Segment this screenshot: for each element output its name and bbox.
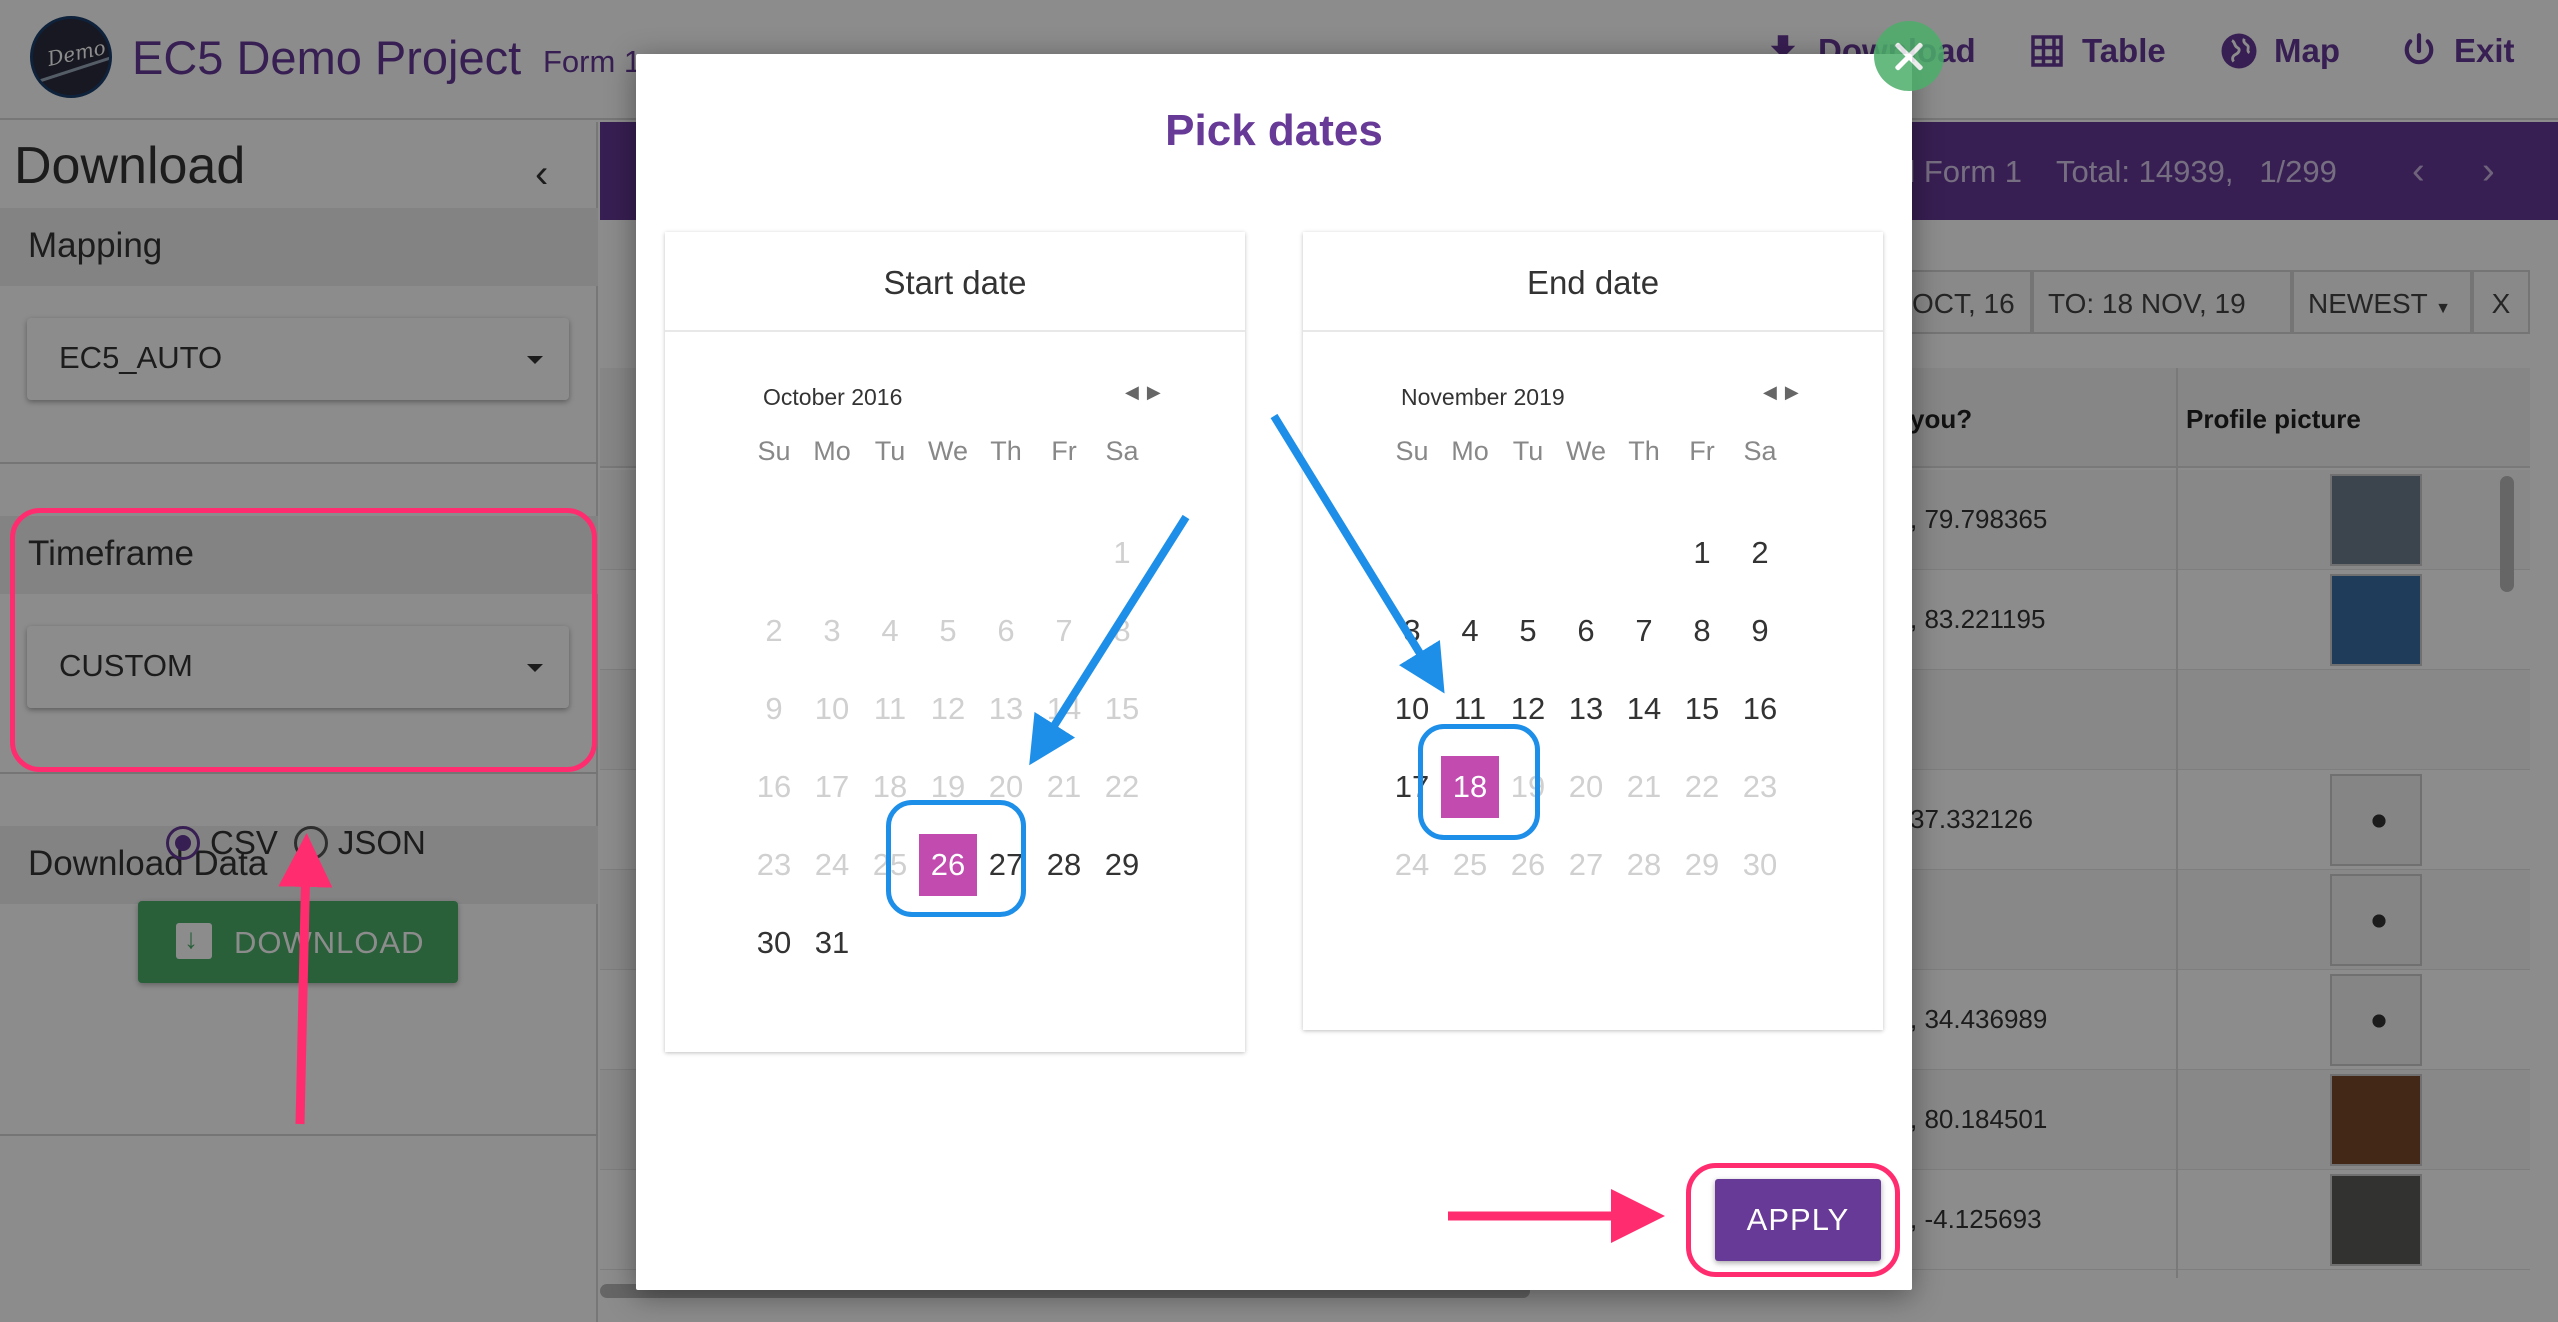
prev-month-icon[interactable]: ◀ — [1125, 382, 1147, 402]
calendar-day: 21 — [1046, 769, 1082, 804]
weekday-label: Th — [990, 436, 1022, 466]
weekday-label: Th — [1628, 436, 1660, 466]
weekday-label: Tu — [1512, 436, 1544, 466]
calendar-day[interactable]: 31 — [803, 904, 861, 982]
timeframe-highlight — [10, 508, 597, 772]
calendar-day[interactable]: 28 — [1035, 826, 1093, 904]
calendar-day: 28 — [1626, 847, 1662, 882]
calendar-day[interactable]: 4 — [1441, 592, 1499, 670]
calendar-day: 23 — [1742, 769, 1778, 804]
weekday-label: Fr — [1689, 436, 1715, 466]
calendar-day: 4 — [881, 613, 899, 648]
calendar-day: 11 — [873, 691, 907, 726]
calendar-day: 17 — [814, 769, 850, 804]
calendar-day: 10 — [814, 691, 850, 726]
weekday-label: Su — [1395, 436, 1429, 466]
calendar-day: 14 — [1046, 691, 1082, 726]
dialog-title: Pick dates — [1165, 106, 1383, 155]
start-day-highlight — [886, 800, 1026, 917]
month-nav: ◀▶ — [1125, 382, 1169, 403]
calendar-day[interactable]: 15 — [1673, 670, 1731, 748]
calendar-day[interactable]: 6 — [1557, 592, 1615, 670]
weekday-label: Fr — [1051, 436, 1077, 466]
weekday-label: Mo — [813, 436, 851, 466]
calendar-day[interactable]: 13 — [1557, 670, 1615, 748]
calendar-day: 3 — [823, 613, 841, 648]
calendar-day[interactable]: 8 — [1673, 592, 1731, 670]
next-month-icon[interactable]: ▶ — [1785, 382, 1807, 402]
calendar-day[interactable]: 16 — [1731, 670, 1789, 748]
calendar-day[interactable]: 1 — [1673, 514, 1731, 592]
start-date-heading: Start date — [665, 232, 1245, 332]
calendar-day: 2 — [765, 613, 783, 648]
calendar-day: 29 — [1684, 847, 1720, 882]
calendar-day[interactable]: 14 — [1615, 670, 1673, 748]
end-day-highlight — [1418, 724, 1540, 840]
weekday-label: Sa — [1105, 436, 1139, 466]
weekday-label: We — [1565, 436, 1606, 466]
calendar-day: 9 — [765, 691, 783, 726]
weekday-label: Su — [757, 436, 791, 466]
calendar-day: 30 — [1742, 847, 1778, 882]
calendar-day: 22 — [1684, 769, 1720, 804]
calendar-day: 16 — [756, 769, 792, 804]
calendar-day[interactable]: 3 — [1383, 592, 1441, 670]
calendar-day[interactable]: 2 — [1731, 514, 1789, 592]
calendar-day[interactable]: 5 — [1499, 592, 1557, 670]
weekday-label: Tu — [874, 436, 906, 466]
calendar-day: 6 — [997, 613, 1015, 648]
calendar-day[interactable]: 29 — [1093, 826, 1151, 904]
calendar-day: 24 — [814, 847, 850, 882]
end-date-heading: End date — [1303, 232, 1883, 332]
weekday-label: Sa — [1743, 436, 1777, 466]
calendar-day: 1 — [1113, 535, 1131, 570]
pick-dates-dialog: Pick dates Start date October 2016 ◀▶ Su… — [636, 54, 1912, 1290]
apply-highlight — [1686, 1163, 1900, 1277]
calendar-day: 20 — [1568, 769, 1604, 804]
calendar-day[interactable]: 30 — [745, 904, 803, 982]
calendar-month-label: November 2019 — [1401, 384, 1565, 410]
calendar-day[interactable]: 9 — [1731, 592, 1789, 670]
calendar-day: 13 — [988, 691, 1024, 726]
calendar-month-label: October 2016 — [763, 384, 903, 410]
calendar-day[interactable]: 7 — [1615, 592, 1673, 670]
start-date-card: Start date October 2016 ◀▶ Su Mo Tu We Th Fr S… — [665, 232, 1245, 1052]
calendar-day: 7 — [1055, 613, 1073, 648]
weekday-label: Mo — [1451, 436, 1489, 466]
calendar-day: 23 — [756, 847, 792, 882]
weekday-label: We — [927, 436, 968, 466]
month-nav: ◀▶ — [1763, 382, 1807, 403]
close-icon[interactable] — [1874, 21, 1944, 91]
next-month-icon[interactable]: ▶ — [1147, 382, 1169, 402]
end-date-card: End date November 2019 ◀▶ Su Mo Tu We Th Fr Sa… — [1303, 232, 1883, 1030]
calendar-day: 15 — [1104, 691, 1140, 726]
calendar-day: 8 — [1113, 613, 1131, 648]
calendar-day: 5 — [939, 613, 957, 648]
calendar-day: 27 — [1568, 847, 1604, 882]
calendar-day: 21 — [1626, 769, 1662, 804]
calendar-day: 12 — [930, 691, 966, 726]
calendar-day: 22 — [1104, 769, 1140, 804]
prev-month-icon[interactable]: ◀ — [1763, 382, 1785, 402]
